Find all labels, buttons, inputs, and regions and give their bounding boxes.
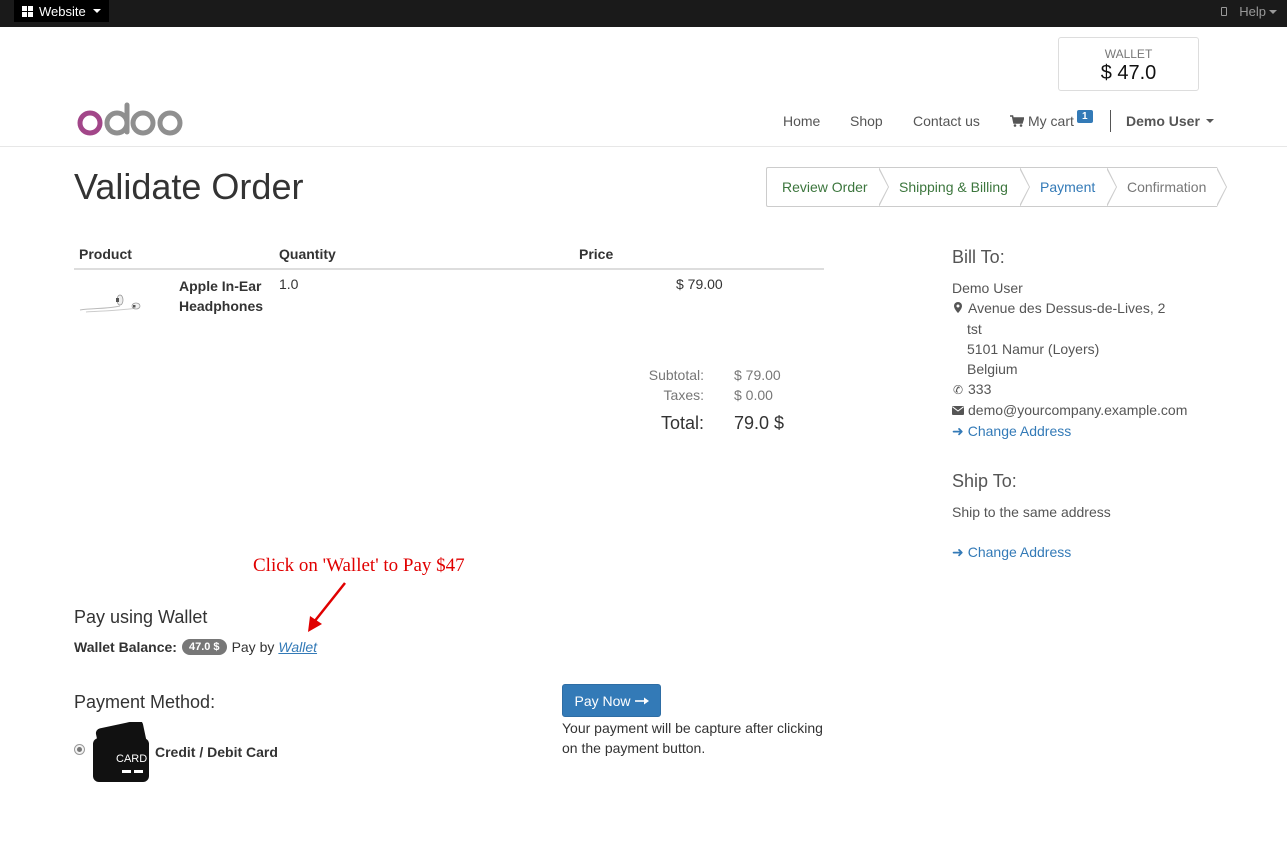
annotation-arrow-icon (308, 582, 346, 632)
bill-street-line: Avenue des Dessus-de-Lives, 2 (952, 298, 1252, 319)
pay-by-wallet-link[interactable]: Wallet (278, 639, 317, 655)
step-label: Shipping & Billing (899, 179, 1008, 195)
bill-street2: tst (967, 321, 982, 337)
header-product: Product (79, 246, 132, 262)
arrow-right-icon: ➜ (952, 544, 964, 560)
nav-divider (1110, 110, 1111, 132)
subtotal-label: Subtotal: (648, 367, 704, 383)
checkout-steps: Review Order Shipping & Billing Payment … (766, 167, 1227, 207)
product-name: Apple In-Ear Headphones (179, 278, 264, 314)
payment-note: Your payment will be capture after click… (562, 720, 823, 756)
card-icon-text: CARD (116, 753, 147, 765)
shopping-cart-icon (1010, 115, 1024, 127)
cart-table: Product Quantity Price Apple In-Ear Head… (74, 240, 824, 350)
wallet-widget-amount: $ 47.0 (1100, 62, 1157, 84)
bill-street: Avenue des Dessus-de-Lives, 2 (968, 300, 1166, 316)
user-menu-label[interactable]: Demo User (1126, 113, 1200, 129)
phone-icon: ✆ (952, 383, 964, 397)
step-review-order[interactable]: Review Order (766, 167, 889, 207)
website-menu-label: Website (39, 3, 86, 19)
bill-country: Belgium (967, 361, 1018, 377)
admin-topbar: Website Help (0, 0, 1287, 27)
step-payment[interactable]: Payment (1020, 167, 1117, 207)
step-label: Review Order (782, 179, 868, 195)
wallet-balance-badge: 47.0 $ (181, 639, 227, 655)
bill-to-heading: Bill To: (952, 247, 1005, 267)
wallet-balance-widget: WALLET $ 47.0 (1058, 37, 1199, 91)
step-label: Payment (1040, 179, 1096, 195)
caret-down-icon (1269, 10, 1277, 15)
table-row: Apple In-Ear Headphones 1.0 $ 79.00 (74, 270, 824, 350)
user-menu[interactable]: Demo User (1126, 108, 1214, 134)
taxes-value: $ 0.00 (734, 387, 773, 403)
caret-down-icon (92, 9, 101, 13)
bill-change-address-link[interactable]: Change Address (968, 423, 1072, 439)
pay-now-label: Pay Now (574, 692, 631, 709)
cart-count-badge: 1 (1077, 110, 1093, 123)
payment-method-radio[interactable] (74, 744, 85, 755)
step-label: Confirmation (1127, 179, 1207, 195)
bill-email: demo@yourcompany.example.com (968, 402, 1188, 418)
step-confirmation[interactable]: Confirmation (1107, 167, 1227, 207)
help-area: Help (1221, 0, 1277, 22)
payment-method-heading: Payment Method: (74, 692, 216, 712)
step-shipping-billing[interactable]: Shipping & Billing (879, 167, 1030, 207)
wallet-pay-heading: Pay using Wallet (74, 607, 208, 627)
product-thumbnail (79, 294, 141, 313)
header-quantity: Quantity (279, 246, 336, 262)
ship-change-address-link[interactable]: Change Address (968, 544, 1072, 560)
bill-phone-line: ✆ 333 (952, 379, 1252, 400)
ship-text: Ship to the same address (952, 504, 1111, 520)
nav-contact[interactable]: Contact us (913, 113, 980, 129)
subtotal-value: $ 79.00 (734, 367, 781, 383)
ship-to-heading: Ship To: (952, 471, 1017, 491)
nav-cart[interactable]: My cart (1010, 108, 1074, 134)
mobile-preview-icon[interactable] (1221, 6, 1228, 16)
envelope-icon (952, 401, 964, 421)
pay-by-text: Pay by (231, 639, 275, 655)
order-totals: Subtotal: $ 79.00 Taxes: $ 0.00 Total: 7… (600, 365, 820, 437)
table-header: Product Quantity Price (74, 240, 824, 270)
caret-down-icon (1205, 119, 1214, 123)
header-divider (0, 146, 1287, 147)
taxes-label: Taxes: (663, 387, 704, 403)
nav-home[interactable]: Home (783, 113, 820, 129)
nav-shop[interactable]: Shop (850, 113, 883, 129)
pay-now-button[interactable]: Pay Now (562, 684, 661, 717)
apps-grid-icon (22, 5, 33, 17)
website-menu[interactable]: Website (14, 0, 109, 22)
nav-cart-label[interactable]: My cart (1028, 113, 1074, 129)
total-value: 79.0 $ (734, 413, 785, 433)
bill-email-line: demo@yourcompany.example.com (952, 400, 1252, 421)
bill-name: Demo User (952, 280, 1023, 296)
bill-phone: 333 (968, 381, 992, 397)
product-price: $ 79.00 (676, 276, 723, 292)
arrow-right-icon: ➜ (952, 423, 964, 439)
help-menu[interactable]: Help (1239, 4, 1277, 19)
payment-method-label: Credit / Debit Card (155, 744, 278, 760)
wallet-pay-line: Wallet Balance: 47.0 $ Pay by Wallet (74, 639, 317, 655)
page-title: Validate Order (74, 166, 304, 207)
wallet-widget-label: WALLET (1104, 47, 1153, 61)
bill-change-line: ➜ Change Address (952, 421, 1252, 441)
ship-change-line: ➜ Change Address (952, 542, 1252, 562)
credit-card-icon: CARD (93, 722, 149, 782)
address-sidebar: Bill To: Demo User Avenue des Dessus-de-… (952, 247, 1252, 562)
arrow-right-icon (634, 697, 649, 704)
total-label: Total: (660, 413, 704, 433)
odoo-logo[interactable] (77, 101, 187, 137)
map-marker-icon (952, 299, 964, 319)
product-quantity: 1.0 (279, 276, 299, 292)
bill-city: 5101 Namur (Loyers) (967, 341, 1100, 357)
annotation-text: Click on 'Wallet' to Pay $47 (253, 555, 465, 576)
wallet-balance-label: Wallet Balance: (74, 639, 177, 655)
header-price: Price (579, 246, 614, 262)
